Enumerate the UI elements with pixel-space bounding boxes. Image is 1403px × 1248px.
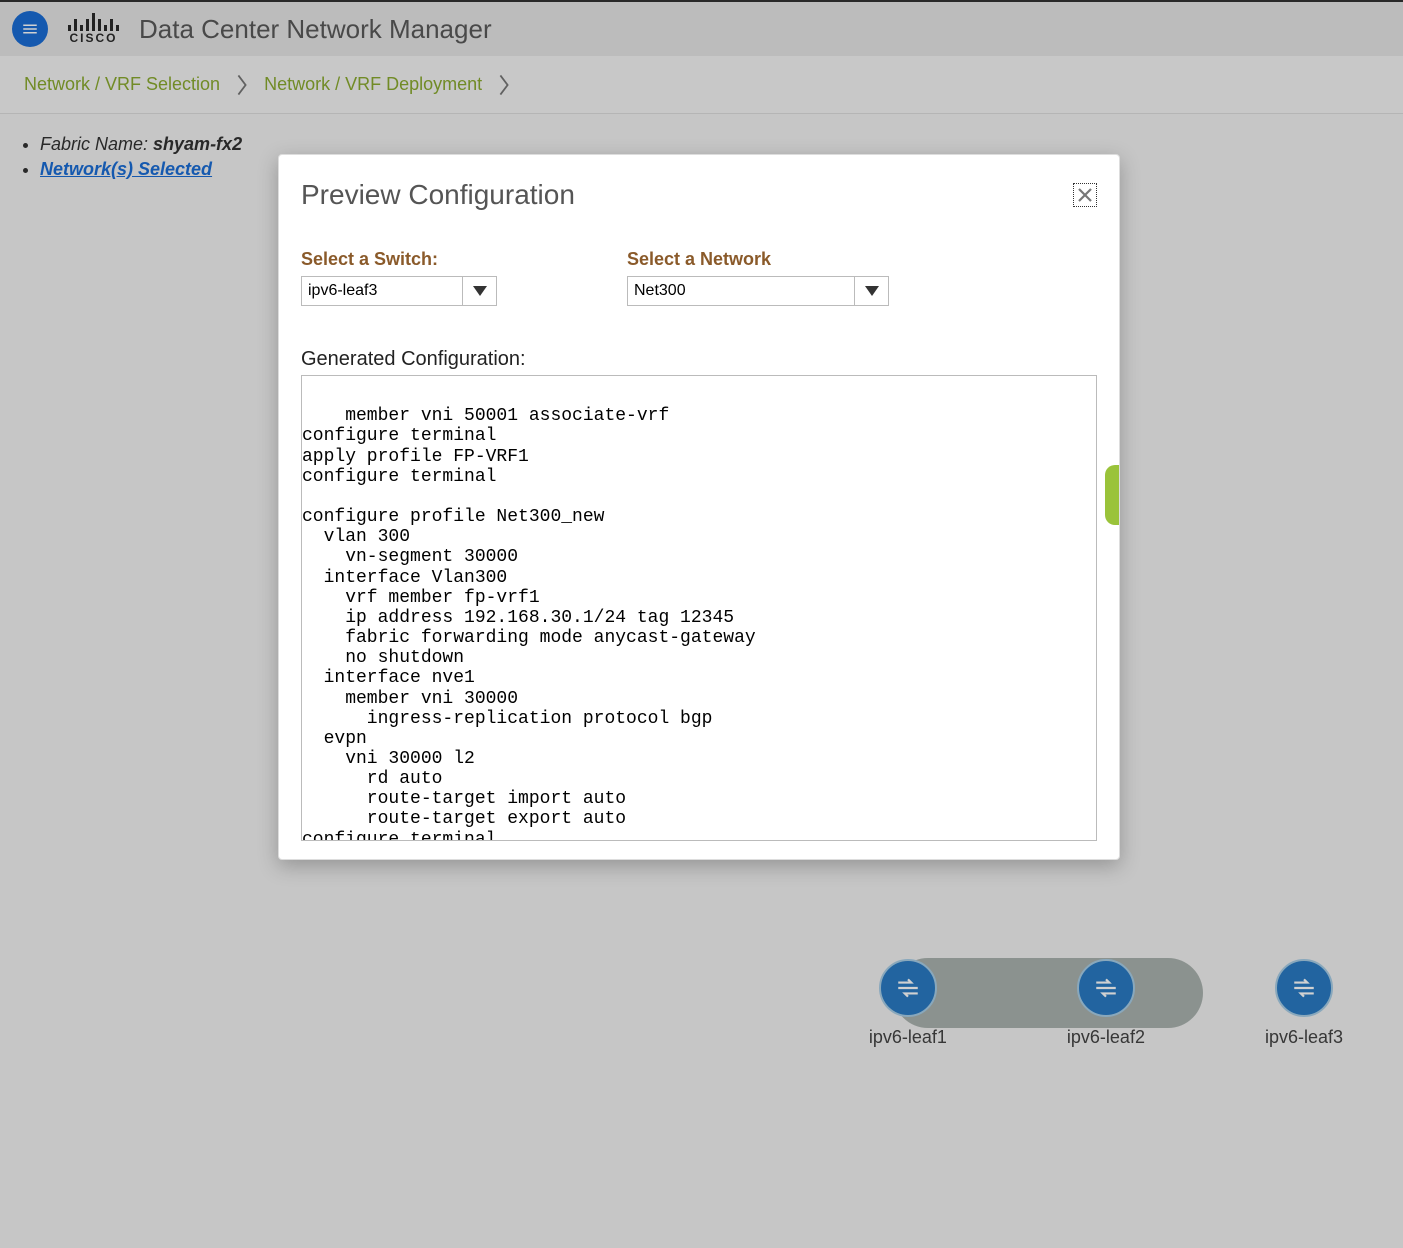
modal-title: Preview Configuration: [301, 179, 575, 211]
close-icon: [1077, 187, 1093, 203]
preview-configuration-modal: Preview Configuration Select a Switch: S…: [278, 154, 1120, 860]
switch-select-dropdown-button[interactable]: [463, 276, 497, 306]
modal-header: Preview Configuration: [301, 179, 1097, 211]
network-select-dropdown-button[interactable]: [855, 276, 889, 306]
generated-config-text: member vni 50001 associate-vrf configure…: [302, 406, 1092, 841]
network-selector: Select a Network: [627, 249, 889, 306]
network-select-input[interactable]: [627, 276, 855, 306]
switch-selector: Select a Switch:: [301, 249, 497, 306]
switch-select-input[interactable]: [301, 276, 463, 306]
selector-row: Select a Switch: Select a Network: [301, 249, 1097, 306]
network-selector-label: Select a Network: [627, 249, 889, 270]
side-indicator: [1105, 465, 1119, 525]
generated-config-box[interactable]: member vni 50001 associate-vrf configure…: [301, 375, 1097, 841]
close-button[interactable]: [1073, 183, 1097, 207]
chevron-down-icon: [865, 286, 879, 296]
generated-config-label: Generated Configuration:: [301, 348, 1097, 371]
chevron-down-icon: [473, 286, 487, 296]
switch-selector-label: Select a Switch:: [301, 249, 497, 270]
